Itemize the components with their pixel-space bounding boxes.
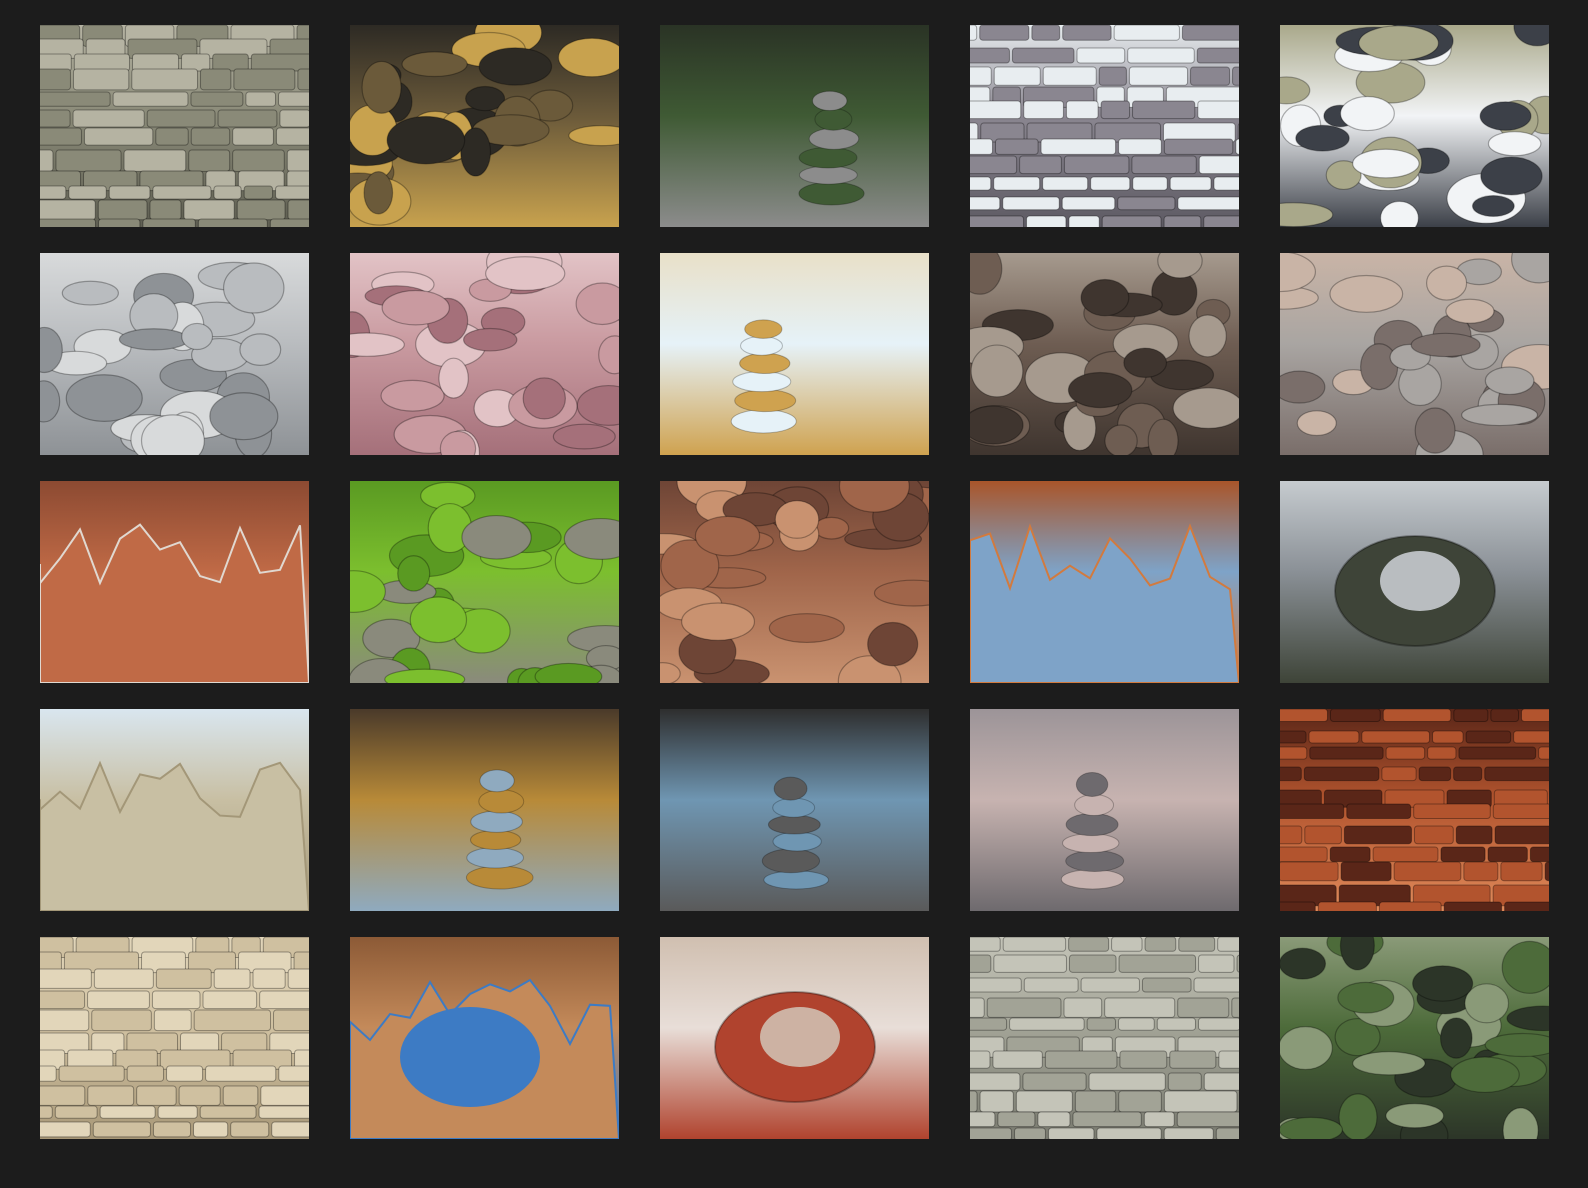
thumbnail-mossy-green-boulders[interactable] bbox=[1280, 937, 1549, 1139]
thumbnail-image bbox=[40, 253, 309, 455]
thumbnail-large-boulders-closeup[interactable] bbox=[970, 253, 1239, 455]
thumbnail-cairn-on-misty-beach[interactable] bbox=[970, 709, 1239, 911]
thumbnail-image bbox=[660, 937, 929, 1139]
thumbnail-image bbox=[660, 709, 929, 911]
thumbnail-image bbox=[970, 253, 1239, 455]
thumbnail-image bbox=[1280, 481, 1549, 683]
thumbnail-pink-smooth-pebbles[interactable] bbox=[350, 253, 619, 455]
thumbnail-grey-weathered-rock-face[interactable] bbox=[970, 937, 1239, 1139]
thumbnail-dry-stone-wall[interactable] bbox=[970, 25, 1239, 227]
thumbnail-white-limestone-cliffs[interactable] bbox=[40, 709, 309, 911]
thumbnail-grid bbox=[40, 25, 1549, 1139]
thumbnail-balanced-stone-cairn-in-forest[interactable] bbox=[660, 25, 929, 227]
thumbnail-image bbox=[970, 481, 1239, 683]
thumbnail-mossy-rock-in-stream[interactable] bbox=[1280, 481, 1549, 683]
thumbnail-image bbox=[40, 481, 309, 683]
image-gallery bbox=[0, 0, 1588, 1188]
thumbnail-image bbox=[40, 25, 309, 227]
thumbnail-image bbox=[660, 253, 929, 455]
thumbnail-stacked-stones-on-white[interactable] bbox=[660, 253, 929, 455]
thumbnail-image bbox=[40, 709, 309, 911]
thumbnail-image bbox=[350, 25, 619, 227]
thumbnail-image bbox=[350, 481, 619, 683]
thumbnail-image bbox=[40, 937, 309, 1139]
thumbnail-striped-red-white-rock[interactable] bbox=[660, 937, 929, 1139]
thumbnail-boulder-on-green-grass[interactable] bbox=[350, 481, 619, 683]
thumbnail-rock-cairn-on-seashore[interactable] bbox=[350, 709, 619, 911]
thumbnail-beige-stone-block-wall[interactable] bbox=[40, 937, 309, 1139]
thumbnail-orange-sandstone-pillar[interactable] bbox=[970, 481, 1239, 683]
thumbnail-slot-canyon-orange-walls[interactable] bbox=[1280, 709, 1549, 911]
thumbnail-image bbox=[660, 25, 929, 227]
thumbnail-image bbox=[1280, 937, 1549, 1139]
thumbnail-image bbox=[350, 709, 619, 911]
thumbnail-flat-stone-on-dark-pebble[interactable] bbox=[1280, 25, 1549, 227]
thumbnail-sandstone-double-arch[interactable] bbox=[350, 937, 619, 1139]
thumbnail-image bbox=[970, 937, 1239, 1139]
thumbnail-image bbox=[350, 253, 619, 455]
thumbnail-image bbox=[350, 937, 619, 1139]
thumbnail-round-pebbles-on-sand[interactable] bbox=[660, 481, 929, 683]
thumbnail-image bbox=[660, 481, 929, 683]
thumbnail-grey-beach-pebbles[interactable] bbox=[40, 253, 309, 455]
thumbnail-wet-river-pebbles[interactable] bbox=[350, 25, 619, 227]
thumbnail-grey-cairn-by-ocean[interactable] bbox=[660, 709, 929, 911]
thumbnail-layered-rock-cliff-texture[interactable] bbox=[40, 25, 309, 227]
thumbnail-image bbox=[970, 25, 1239, 227]
thumbnail-red-rock-formation-sky[interactable] bbox=[40, 481, 309, 683]
thumbnail-colorful-mixed-pebbles[interactable] bbox=[1280, 253, 1549, 455]
thumbnail-image bbox=[970, 709, 1239, 911]
thumbnail-image bbox=[1280, 253, 1549, 455]
thumbnail-image bbox=[1280, 25, 1549, 227]
thumbnail-image bbox=[1280, 709, 1549, 911]
